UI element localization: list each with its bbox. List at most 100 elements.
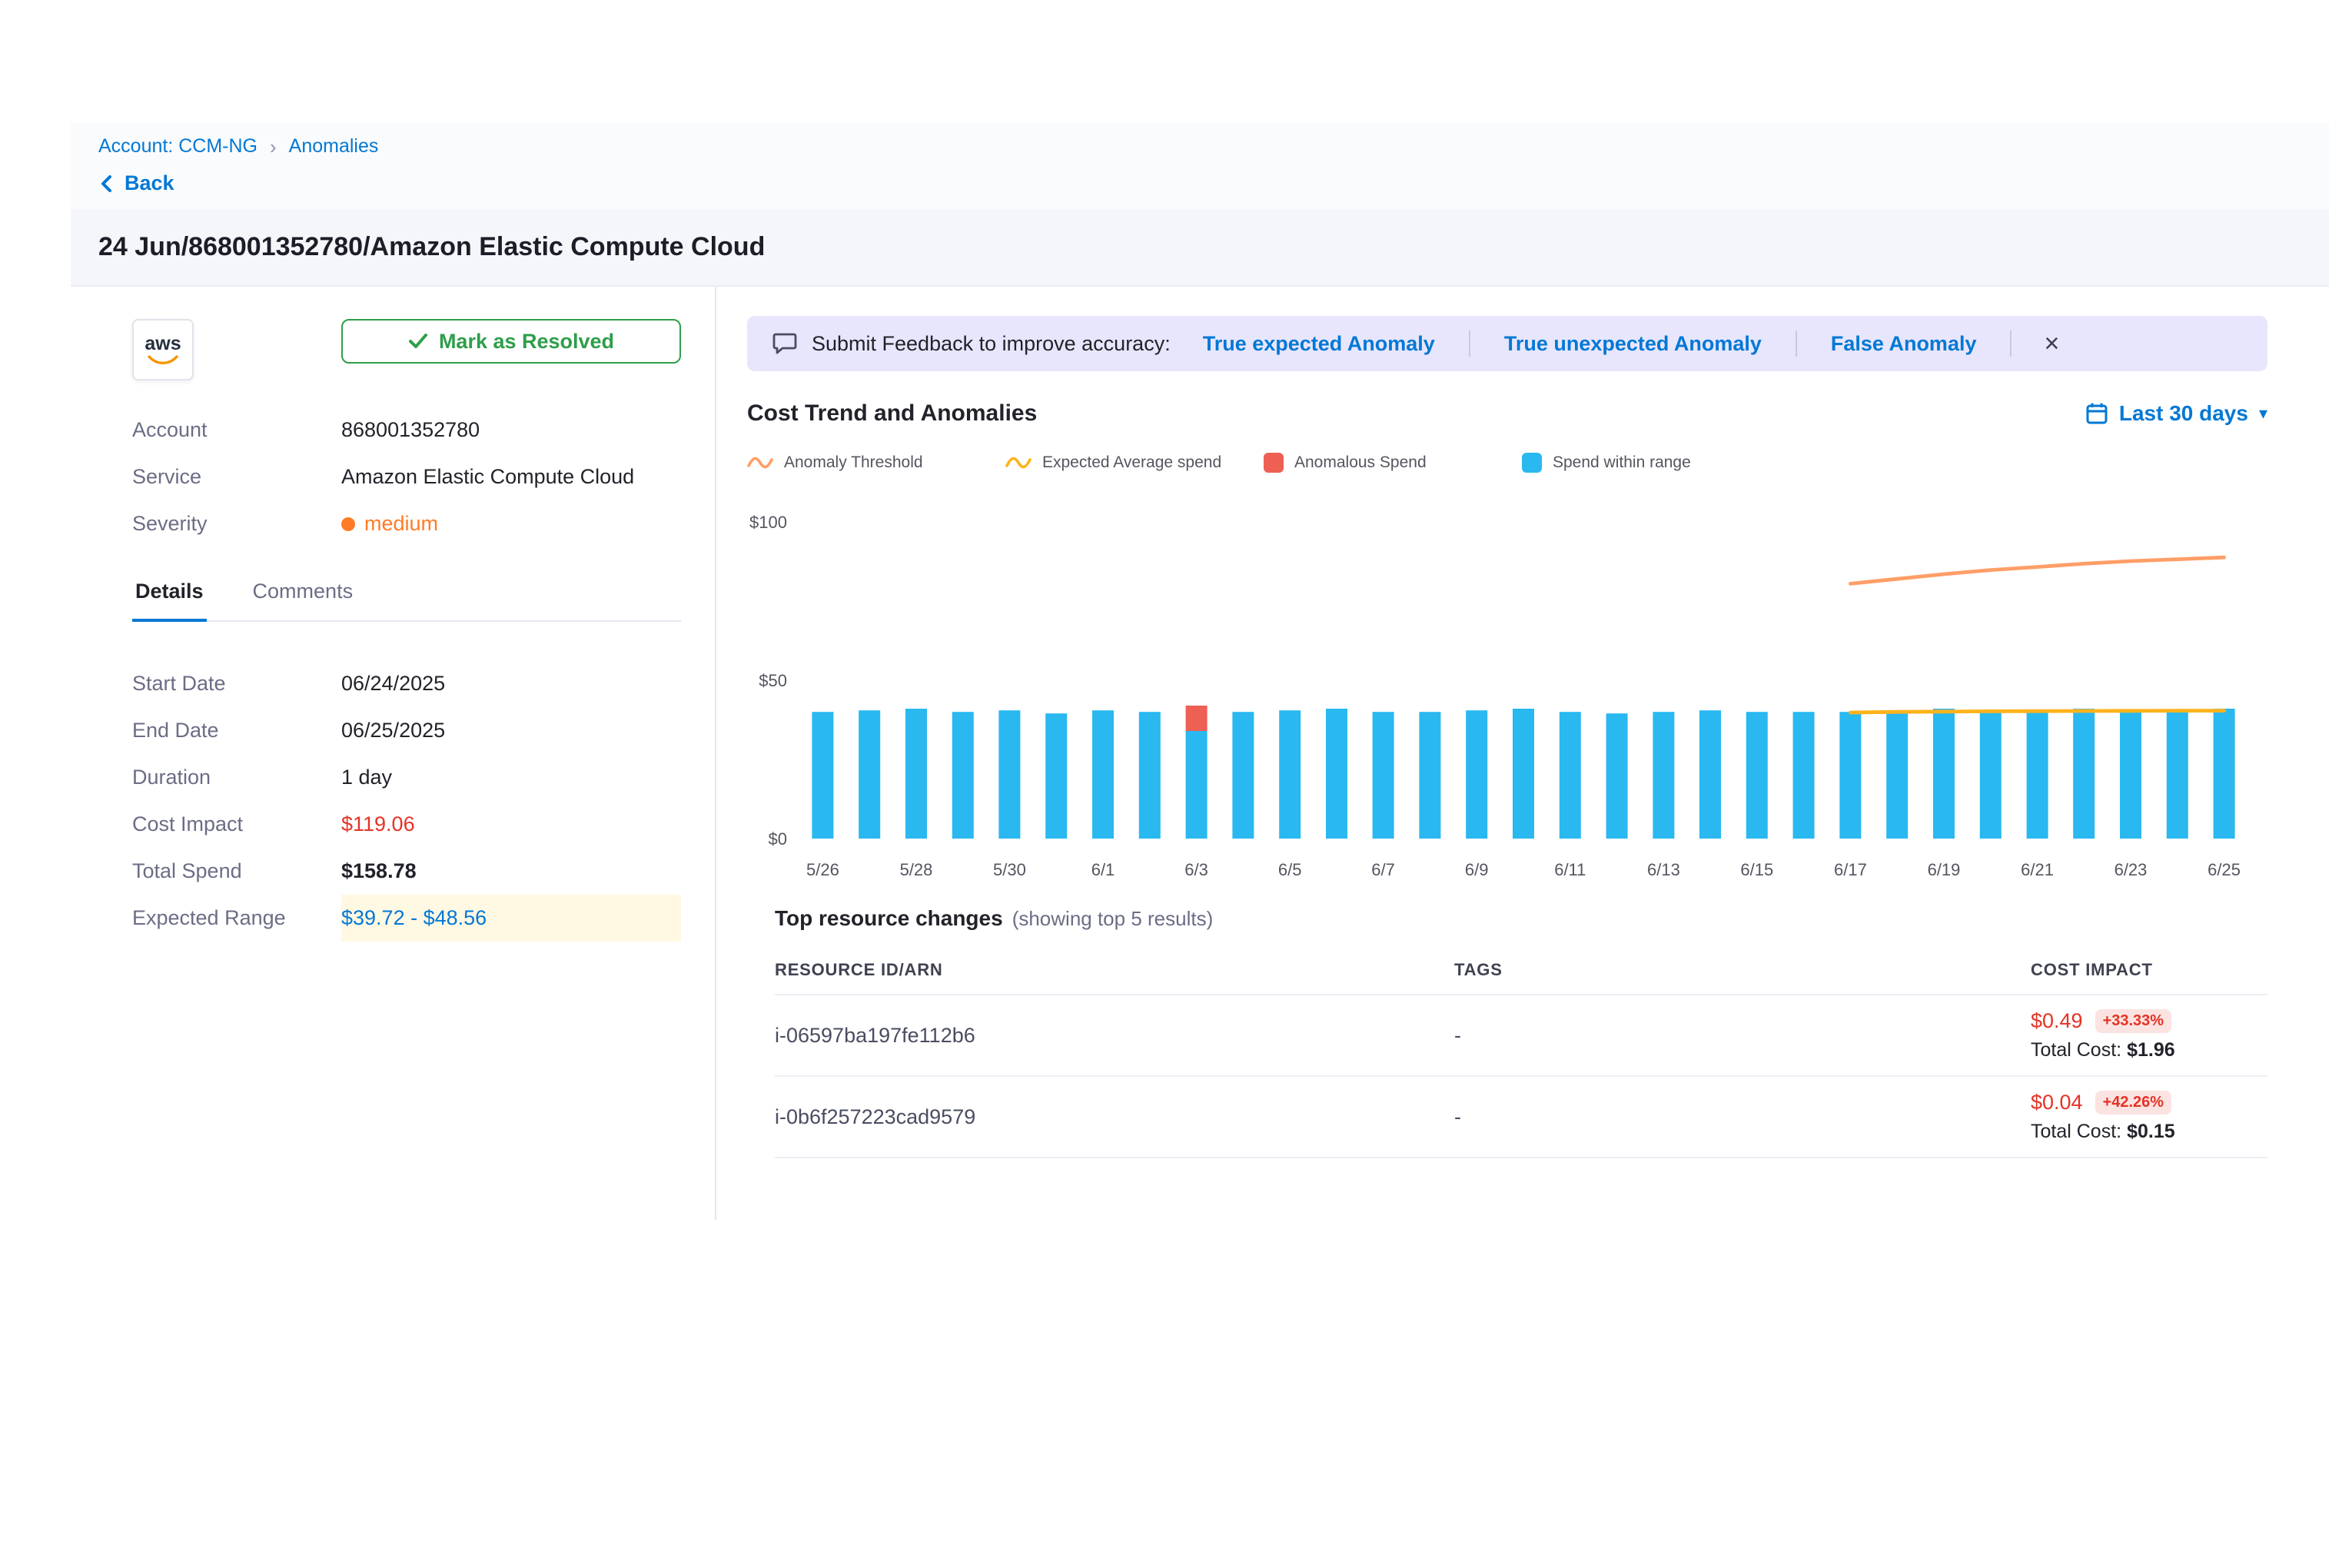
- feedback-banner: Submit Feedback to improve accuracy: Tru…: [747, 316, 2267, 371]
- chart-header: Cost Trend and Anomalies Last 30 days ▾: [747, 400, 2267, 427]
- chart-bar[interactable]: [1139, 712, 1161, 839]
- x-axis-label: 6/11: [1554, 860, 1586, 879]
- chart-bar[interactable]: [998, 710, 1020, 839]
- total-cost-line: Total Cost: $1.96: [2031, 1039, 2267, 1061]
- legend-label: Anomalous Spend: [1294, 453, 1427, 472]
- expected-average-line: [1850, 711, 2224, 713]
- detail-row: Expected Range$39.72 - $48.56: [132, 895, 681, 942]
- legend-item[interactable]: Spend within range: [1522, 453, 1780, 473]
- summary-row: Account868001352780: [132, 407, 681, 453]
- chart-bar[interactable]: [1560, 712, 1581, 839]
- field-label: Cost Impact: [132, 812, 341, 836]
- total-cost-label: Total Cost:: [2031, 1121, 2127, 1142]
- detail-row: End Date06/25/2025: [132, 707, 681, 754]
- chart-bar[interactable]: [859, 710, 880, 839]
- tab-comments[interactable]: Comments: [250, 567, 357, 620]
- chart-bar[interactable]: [1092, 710, 1114, 839]
- chevron-down-icon: ▾: [2259, 404, 2267, 424]
- summary-row: ServiceAmazon Elastic Compute Cloud: [132, 453, 681, 500]
- chart-bar[interactable]: [2027, 712, 2048, 839]
- field-value: 06/25/2025: [341, 719, 681, 742]
- table-row: i-06597ba197fe112b6-$0.49+33.33%Total Co…: [775, 995, 2267, 1077]
- cost-impact-value: $0.04: [2031, 1091, 2083, 1115]
- chart-bar[interactable]: [1933, 709, 1955, 839]
- chart-title: Cost Trend and Anomalies: [747, 400, 1037, 427]
- chart-bar[interactable]: [1886, 710, 1908, 839]
- feedback-divider: [1796, 331, 1797, 357]
- chart-bar[interactable]: [2167, 712, 2188, 839]
- legend-item[interactable]: Expected Average spend: [1005, 453, 1264, 473]
- chart-bar[interactable]: [1279, 710, 1301, 839]
- legend-item[interactable]: Anomalous Spend: [1264, 453, 1522, 473]
- chart-bar[interactable]: [1653, 712, 1674, 839]
- severity-dot-icon: [341, 517, 355, 531]
- field-label: Expected Range: [132, 906, 341, 930]
- y-axis-label: $100: [749, 513, 787, 532]
- detail-row: Total Spend$158.78: [132, 848, 681, 895]
- chart-bar[interactable]: [1326, 709, 1347, 839]
- chart-bar[interactable]: [1606, 713, 1628, 839]
- breadcrumb-separator-icon: ›: [270, 137, 277, 157]
- chart-bar[interactable]: [1186, 731, 1208, 839]
- chart-bar[interactable]: [1980, 710, 2002, 839]
- square-marker-icon: [1264, 453, 1284, 473]
- chart-bar[interactable]: [1466, 710, 1487, 839]
- provider-and-resolve-row: aws Mark as Resolved: [132, 319, 681, 380]
- back-label: Back: [125, 171, 174, 195]
- cost-trend-chart: $0$50$1005/265/285/306/16/36/56/76/96/11…: [747, 500, 2269, 888]
- anomaly-detail-panel: aws Mark as Resolved Account868001352780…: [71, 287, 716, 1220]
- table-body: i-06597ba197fe112b6-$0.49+33.33%Total Co…: [775, 995, 2267, 1158]
- chart-bar[interactable]: [2120, 710, 2141, 839]
- back-link[interactable]: Back: [98, 171, 2301, 195]
- chart-bar[interactable]: [905, 709, 927, 839]
- percent-change-badge: +33.33%: [2095, 1009, 2172, 1033]
- field-value: medium: [341, 512, 681, 536]
- field-value: Amazon Elastic Compute Cloud: [341, 465, 681, 489]
- detail-row: Cost Impact$119.06: [132, 801, 681, 848]
- top-resource-changes-section: Top resource changes (showing top 5 resu…: [747, 906, 2267, 1158]
- chart-bar-anomaly[interactable]: [1186, 706, 1208, 731]
- detail-row: Duration1 day: [132, 754, 681, 801]
- chart-legend: Anomaly ThresholdExpected Average spend A…: [747, 453, 2267, 473]
- column-header-resource-id: RESOURCE ID/ARN: [775, 960, 1454, 980]
- feedback-option-3[interactable]: False Anomaly: [1831, 332, 1977, 356]
- date-range-label: Last 30 days: [2119, 401, 2248, 426]
- chart-bar[interactable]: [1045, 713, 1067, 839]
- chart-bar[interactable]: [812, 712, 833, 839]
- chart-bar[interactable]: [952, 712, 974, 839]
- column-header-cost-impact: COST IMPACT: [2031, 960, 2267, 980]
- breadcrumb-account-link[interactable]: Account: CCM-NG: [98, 135, 257, 158]
- chart-bar[interactable]: [1746, 712, 1768, 839]
- x-axis-label: 6/3: [1184, 860, 1208, 879]
- breadcrumb-anomalies-link[interactable]: Anomalies: [289, 135, 379, 158]
- anomaly-detail-page: Account: CCM-NG › Anomalies Back 24 Jun/…: [0, 0, 2352, 1220]
- details-list: Start Date06/24/2025End Date06/25/2025Du…: [132, 660, 681, 942]
- field-label: Total Spend: [132, 859, 341, 883]
- chart-bar[interactable]: [1373, 712, 1394, 839]
- legend-item[interactable]: Anomaly Threshold: [747, 453, 1005, 473]
- resources-heading: Top resource changes (showing top 5 resu…: [775, 906, 2267, 931]
- resources-title: Top resource changes: [775, 906, 1003, 931]
- resource-cost-cell: $0.49+33.33%Total Cost: $1.96: [2031, 1009, 2267, 1061]
- feedback-option-2[interactable]: True unexpected Anomaly: [1504, 332, 1762, 356]
- mark-as-resolved-button[interactable]: Mark as Resolved: [341, 319, 681, 364]
- tab-details[interactable]: Details: [132, 567, 207, 622]
- main-content: aws Mark as Resolved Account868001352780…: [71, 287, 2329, 1220]
- chart-bar[interactable]: [2214, 709, 2235, 839]
- chart-bar[interactable]: [2073, 709, 2095, 839]
- field-value: 06/24/2025: [341, 672, 681, 696]
- date-range-selector[interactable]: Last 30 days ▾: [2085, 401, 2267, 426]
- chart-bar[interactable]: [1513, 709, 1534, 839]
- chart-bar[interactable]: [1839, 712, 1861, 839]
- close-icon[interactable]: ×: [2044, 331, 2059, 357]
- severity-value: medium: [364, 512, 438, 536]
- column-header-tags: TAGS: [1454, 960, 2031, 980]
- detail-row: Start Date06/24/2025: [132, 660, 681, 707]
- chart-bar[interactable]: [1419, 712, 1440, 839]
- chart-bar[interactable]: [1793, 712, 1815, 839]
- chart-bar[interactable]: [1232, 712, 1254, 839]
- feedback-divider: [2010, 331, 2011, 357]
- feedback-option-1[interactable]: True expected Anomaly: [1203, 332, 1435, 356]
- x-axis-label: 6/25: [2207, 860, 2241, 879]
- chart-bar[interactable]: [1699, 710, 1721, 839]
